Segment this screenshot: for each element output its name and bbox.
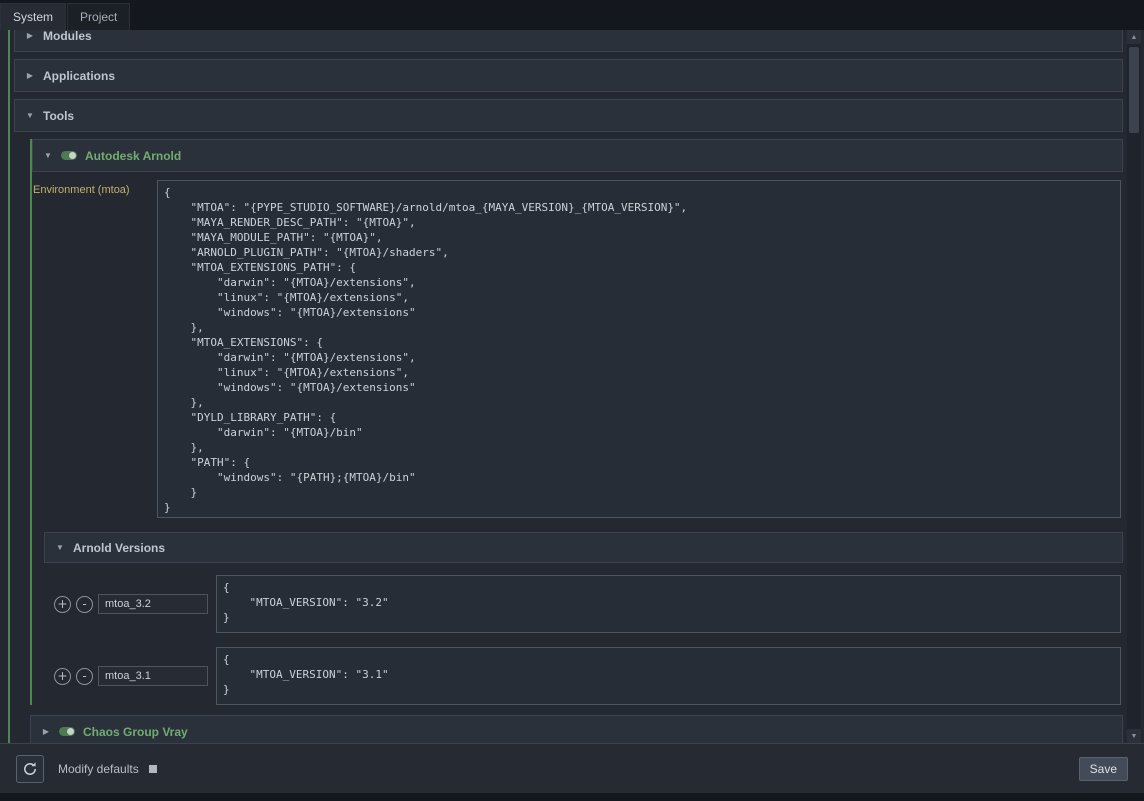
version-env-textarea[interactable]: { "MTOA_VERSION": "3.2" } bbox=[216, 575, 1121, 633]
tab-project-label: Project bbox=[80, 10, 117, 24]
chevron-right-icon: ▶ bbox=[25, 71, 35, 80]
section-arnold-versions-label: Arnold Versions bbox=[73, 541, 165, 555]
arnold-version-row: + - { "MTOA_VERSION": "3.1" } bbox=[44, 647, 1123, 705]
chevron-down-icon: ▼ bbox=[55, 543, 65, 552]
settings-scroll-area: ▶ Modules ▶ Applications ▼ Tools ▼ bbox=[0, 30, 1144, 743]
section-chaos-group-vray-label: Chaos Group Vray bbox=[83, 725, 188, 739]
section-applications-label: Applications bbox=[43, 69, 115, 83]
scroll-up-button[interactable]: ▲ bbox=[1127, 30, 1141, 44]
version-row-controls: + - bbox=[54, 666, 216, 686]
scrollbar-thumb[interactable] bbox=[1129, 47, 1139, 133]
section-applications[interactable]: ▶ Applications bbox=[14, 59, 1123, 92]
toggle-on-icon[interactable] bbox=[61, 151, 77, 160]
section-chaos-group-vray[interactable]: ▶ Chaos Group Vray bbox=[30, 715, 1123, 743]
version-row-controls: + - bbox=[54, 594, 216, 614]
chevron-down-icon: ▼ bbox=[43, 151, 53, 160]
version-name-input[interactable] bbox=[98, 666, 208, 686]
remove-version-button[interactable]: - bbox=[76, 596, 93, 613]
refresh-icon bbox=[22, 761, 38, 777]
section-tools-label: Tools bbox=[43, 109, 74, 123]
tab-bar: System Project bbox=[0, 0, 1144, 30]
chevron-right-icon: ▶ bbox=[25, 31, 35, 40]
tab-project[interactable]: Project bbox=[67, 3, 130, 30]
version-name-input[interactable] bbox=[98, 594, 208, 614]
arnold-versions-group: ▼ Arnold Versions + - { "MTOA_VERSION": … bbox=[44, 532, 1123, 705]
section-tools[interactable]: ▼ Tools bbox=[14, 99, 1123, 132]
section-autodesk-arnold[interactable]: ▼ Autodesk Arnold bbox=[32, 139, 1123, 172]
save-button[interactable]: Save bbox=[1079, 757, 1128, 781]
modify-defaults-label: Modify defaults bbox=[58, 762, 139, 776]
refresh-button[interactable] bbox=[16, 755, 44, 783]
system-root-group: ▶ Modules ▶ Applications ▼ Tools ▼ bbox=[8, 30, 1123, 743]
settings-window: System Project ▶ Modules ▶ Applications … bbox=[0, 0, 1144, 801]
modify-defaults-control: Modify defaults bbox=[58, 762, 157, 776]
environment-mtoa-textarea[interactable]: { "MTOA": "{PYPE_STUDIO_SOFTWARE}/arnold… bbox=[157, 180, 1121, 518]
section-modules-label: Modules bbox=[43, 30, 92, 43]
toggle-knob bbox=[69, 152, 76, 159]
version-env-textarea[interactable]: { "MTOA_VERSION": "3.1" } bbox=[216, 647, 1121, 705]
toggle-on-icon[interactable] bbox=[59, 727, 75, 736]
tab-system-label: System bbox=[13, 10, 53, 24]
add-version-button[interactable]: + bbox=[54, 596, 71, 613]
section-arnold-versions[interactable]: ▼ Arnold Versions bbox=[44, 532, 1123, 563]
remove-version-button[interactable]: - bbox=[76, 668, 93, 685]
section-modules[interactable]: ▶ Modules bbox=[14, 30, 1123, 52]
scroll-down-button[interactable]: ▼ bbox=[1127, 729, 1141, 743]
tools-section-body: ▼ Autodesk Arnold Environment (mtoa) { "… bbox=[14, 139, 1123, 743]
toggle-knob bbox=[67, 728, 74, 735]
environment-mtoa-label: Environment (mtoa) bbox=[33, 180, 157, 518]
settings-content: ▶ Modules ▶ Applications ▼ Tools ▼ bbox=[0, 30, 1123, 743]
modify-defaults-checkbox[interactable] bbox=[149, 765, 157, 773]
chevron-right-icon: ▶ bbox=[41, 727, 51, 736]
footer-bar: Modify defaults Save bbox=[0, 743, 1144, 793]
chevron-down-icon: ▼ bbox=[25, 111, 35, 120]
environment-mtoa-row: Environment (mtoa) { "MTOA": "{PYPE_STUD… bbox=[32, 180, 1123, 518]
vertical-scrollbar[interactable]: ▲ ▼ bbox=[1127, 30, 1141, 743]
section-autodesk-arnold-label: Autodesk Arnold bbox=[85, 149, 181, 163]
add-version-button[interactable]: + bbox=[54, 668, 71, 685]
tab-system[interactable]: System bbox=[0, 3, 66, 30]
arnold-version-row: + - { "MTOA_VERSION": "3.2" } bbox=[44, 575, 1123, 633]
autodesk-arnold-group: ▼ Autodesk Arnold Environment (mtoa) { "… bbox=[30, 139, 1123, 705]
